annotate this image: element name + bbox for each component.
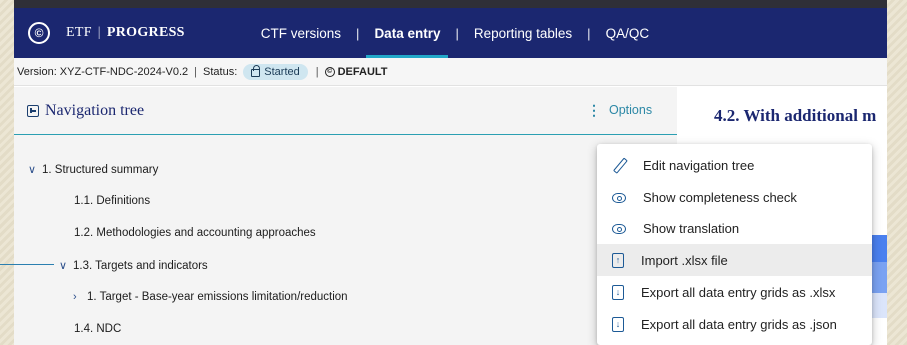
- status-bar: Version: XYZ-CTF-NDC-2024-V0.2 | Status:…: [14, 58, 887, 86]
- eye-icon: [612, 193, 626, 203]
- menu-item-export-xlsx[interactable]: ↓ Export all data entry grids as .xlsx: [597, 276, 872, 308]
- tree-item[interactable]: › 1. Target - Base-year emissions limita…: [73, 291, 348, 303]
- tree-item-label: 1. Target - Base-year emissions limitati…: [87, 291, 348, 303]
- kebab-menu-icon: ⋮: [587, 102, 601, 118]
- default-tag: © DEFAULT: [324, 65, 388, 78]
- status-badge: Started: [243, 63, 308, 80]
- eye-icon: [612, 224, 626, 234]
- menu-item-edit-navigation-tree[interactable]: Edit navigation tree: [597, 149, 872, 181]
- file-download-icon: ↓: [612, 284, 624, 300]
- menu-item-label: Show translation: [643, 220, 740, 236]
- chevron-down-icon[interactable]: ∨: [28, 163, 38, 176]
- menu-item-import-xlsx[interactable]: ↑ Import .xlsx file: [597, 244, 872, 276]
- tree-item[interactable]: 1.4. NDC: [74, 323, 121, 335]
- status-divider: |: [315, 65, 319, 78]
- tree-item[interactable]: ∨ 1. Structured summary: [28, 163, 159, 177]
- nav-qa-qc[interactable]: QA/QC: [604, 8, 652, 58]
- panel-title: Navigation tree: [45, 102, 145, 119]
- menu-item-show-translation[interactable]: Show translation: [597, 212, 872, 244]
- nav-ctf-versions[interactable]: CTF versions: [259, 8, 343, 58]
- pencil-icon: [612, 158, 626, 172]
- tree-item-label: 1.2. Methodologies and accounting approa…: [74, 227, 316, 239]
- navigation-tree-header: Navigation tree ⋮ Options: [14, 87, 677, 135]
- menu-item-label: Import .xlsx file: [641, 252, 728, 268]
- default-label: DEFAULT: [337, 65, 388, 78]
- file-upload-icon: ↑: [612, 252, 624, 268]
- version-text: Version: XYZ-CTF-NDC-2024-V0.2: [17, 65, 189, 78]
- tree-item[interactable]: 1.1. Definitions: [74, 195, 150, 207]
- status-divider: |: [194, 65, 198, 78]
- brand-progress: PROGRESS: [106, 25, 185, 40]
- brand-divider: |: [97, 25, 101, 40]
- tree-item-label: 1.1. Definitions: [74, 195, 151, 207]
- nav-separator: |: [587, 25, 591, 41]
- options-menu: Edit navigation tree Show completeness c…: [597, 144, 872, 345]
- brand-etf: ETF: [66, 25, 92, 40]
- menu-item-show-completeness-check[interactable]: Show completeness check: [597, 181, 872, 213]
- main-nav: CTF versions | Data entry | Reporting ta…: [259, 8, 651, 58]
- app-window: © ETF | PROGRESS CTF versions | Data ent…: [14, 8, 887, 345]
- navigation-tree-panel: Navigation tree ⋮ Options ∨ 1. Structure…: [14, 87, 677, 345]
- file-download-icon: ↓: [612, 316, 624, 332]
- app-header: © ETF | PROGRESS CTF versions | Data ent…: [14, 8, 887, 58]
- copyright-icon: ©: [324, 66, 335, 77]
- tree-item-label: 1.3. Targets and indicators: [73, 259, 208, 272]
- background-texture-left: [0, 0, 14, 345]
- menu-item-label: Show completeness check: [643, 189, 797, 205]
- menu-item-label: Export all data entry grids as .xlsx: [641, 284, 836, 300]
- navigation-tree-icon: [27, 105, 39, 117]
- un-logo-icon[interactable]: ©: [28, 22, 50, 44]
- tree-item[interactable]: ∨ 1.3. Targets and indicators: [59, 259, 208, 273]
- tree-item-label: 1. Structured summary: [42, 163, 159, 176]
- divider-line: [0, 264, 54, 265]
- content-title: 4.2. With additional m: [714, 106, 877, 125]
- options-button[interactable]: ⋮ Options: [587, 103, 652, 117]
- window-top-strip: [14, 0, 887, 8]
- nav-data-entry[interactable]: Data entry: [366, 8, 449, 58]
- nav-separator: |: [455, 25, 459, 41]
- chevron-down-icon[interactable]: ∨: [59, 259, 69, 272]
- status-value: Started: [264, 65, 300, 78]
- menu-item-export-json[interactable]: ↓ Export all data entry grids as .json: [597, 308, 872, 340]
- tree-item[interactable]: 1.2. Methodologies and accounting approa…: [74, 227, 316, 239]
- background-texture-right: [887, 0, 907, 345]
- tree-item-label: 1.4. NDC: [74, 323, 122, 335]
- brand[interactable]: ETF | PROGRESS: [66, 25, 185, 41]
- options-label: Options: [609, 103, 653, 117]
- status-label: Status:: [203, 65, 238, 78]
- chevron-right-icon[interactable]: ›: [73, 291, 83, 303]
- menu-item-label: Edit navigation tree: [643, 157, 755, 173]
- nav-reporting-tables[interactable]: Reporting tables: [472, 8, 574, 58]
- lock-icon: [251, 65, 261, 77]
- menu-item-label: Export all data entry grids as .json: [641, 316, 837, 332]
- nav-separator: |: [356, 25, 360, 41]
